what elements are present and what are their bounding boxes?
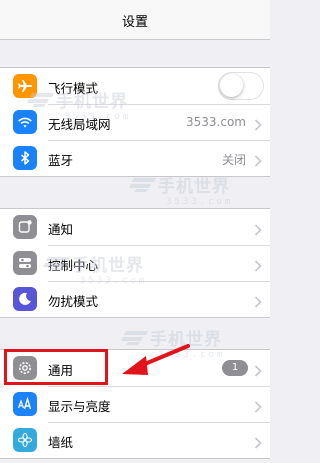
navigation-bar: 设置 — [0, 0, 270, 40]
settings-row-display-brightness[interactable]: 显示与亮度 — [0, 386, 270, 422]
do-not-disturb-label: 勿扰模式 — [48, 294, 99, 309]
display-brightness-label: 显示与亮度 — [48, 399, 111, 414]
watermark-logo-icon — [129, 177, 156, 192]
control-center-label: 控制中心 — [48, 258, 99, 273]
settings-row-wallpaper[interactable]: 墙纸 — [0, 422, 270, 458]
control-center-icon — [13, 251, 37, 275]
text-size-icon — [13, 392, 37, 416]
general-group: 通用 1 显示与亮度 墙纸 — [0, 349, 270, 459]
settings-row-airplane-mode[interactable]: 飞行模式 — [0, 68, 270, 104]
watermark-logo-icon — [121, 330, 148, 345]
bluetooth-icon — [13, 146, 37, 170]
moon-icon — [13, 287, 37, 311]
chevron-right-icon — [254, 152, 262, 167]
chevron-right-icon — [254, 293, 262, 308]
airplane-icon — [13, 74, 37, 98]
flower-icon — [13, 428, 37, 452]
wifi-label: 无线局域网 — [48, 117, 111, 132]
notifications-icon — [13, 215, 37, 239]
gear-icon — [13, 356, 37, 380]
settings-row-bluetooth[interactable]: 蓝牙 关闭 — [0, 140, 270, 176]
airplane-mode-toggle[interactable] — [218, 72, 264, 100]
notifications-label: 通知 — [48, 222, 74, 237]
wallpaper-label: 墙纸 — [48, 435, 74, 450]
chevron-right-icon — [254, 434, 262, 449]
chevron-right-icon — [254, 362, 262, 377]
airplane-mode-label: 飞行模式 — [48, 81, 99, 96]
chevron-right-icon — [254, 257, 262, 272]
page-title: 设置 — [121, 15, 148, 30]
chevron-right-icon — [254, 116, 262, 131]
watermark: 手机世界 3533.com — [128, 172, 233, 207]
chevron-right-icon — [254, 398, 262, 413]
settings-row-do-not-disturb[interactable]: 勿扰模式 — [0, 281, 270, 317]
wifi-icon — [13, 110, 37, 134]
bluetooth-label: 蓝牙 — [48, 153, 74, 168]
chevron-right-icon — [254, 221, 262, 236]
settings-row-wifi[interactable]: 无线局域网 3533.com — [0, 104, 270, 140]
toggle-knob — [220, 74, 243, 97]
connectivity-group: 飞行模式 无线局域网 3533.com 蓝牙 关闭 — [0, 67, 270, 177]
settings-row-notifications[interactable]: 通知 — [0, 209, 270, 245]
bluetooth-status-value: 关闭 — [221, 153, 246, 167]
settings-row-general[interactable]: 通用 1 — [0, 350, 270, 386]
general-label: 通用 — [48, 363, 74, 378]
system-group: 通知 控制中心 勿扰模式 — [0, 208, 270, 318]
wifi-network-value: 3533.com — [186, 115, 246, 129]
update-badge: 1 — [222, 360, 248, 376]
settings-row-control-center[interactable]: 控制中心 — [0, 245, 270, 281]
